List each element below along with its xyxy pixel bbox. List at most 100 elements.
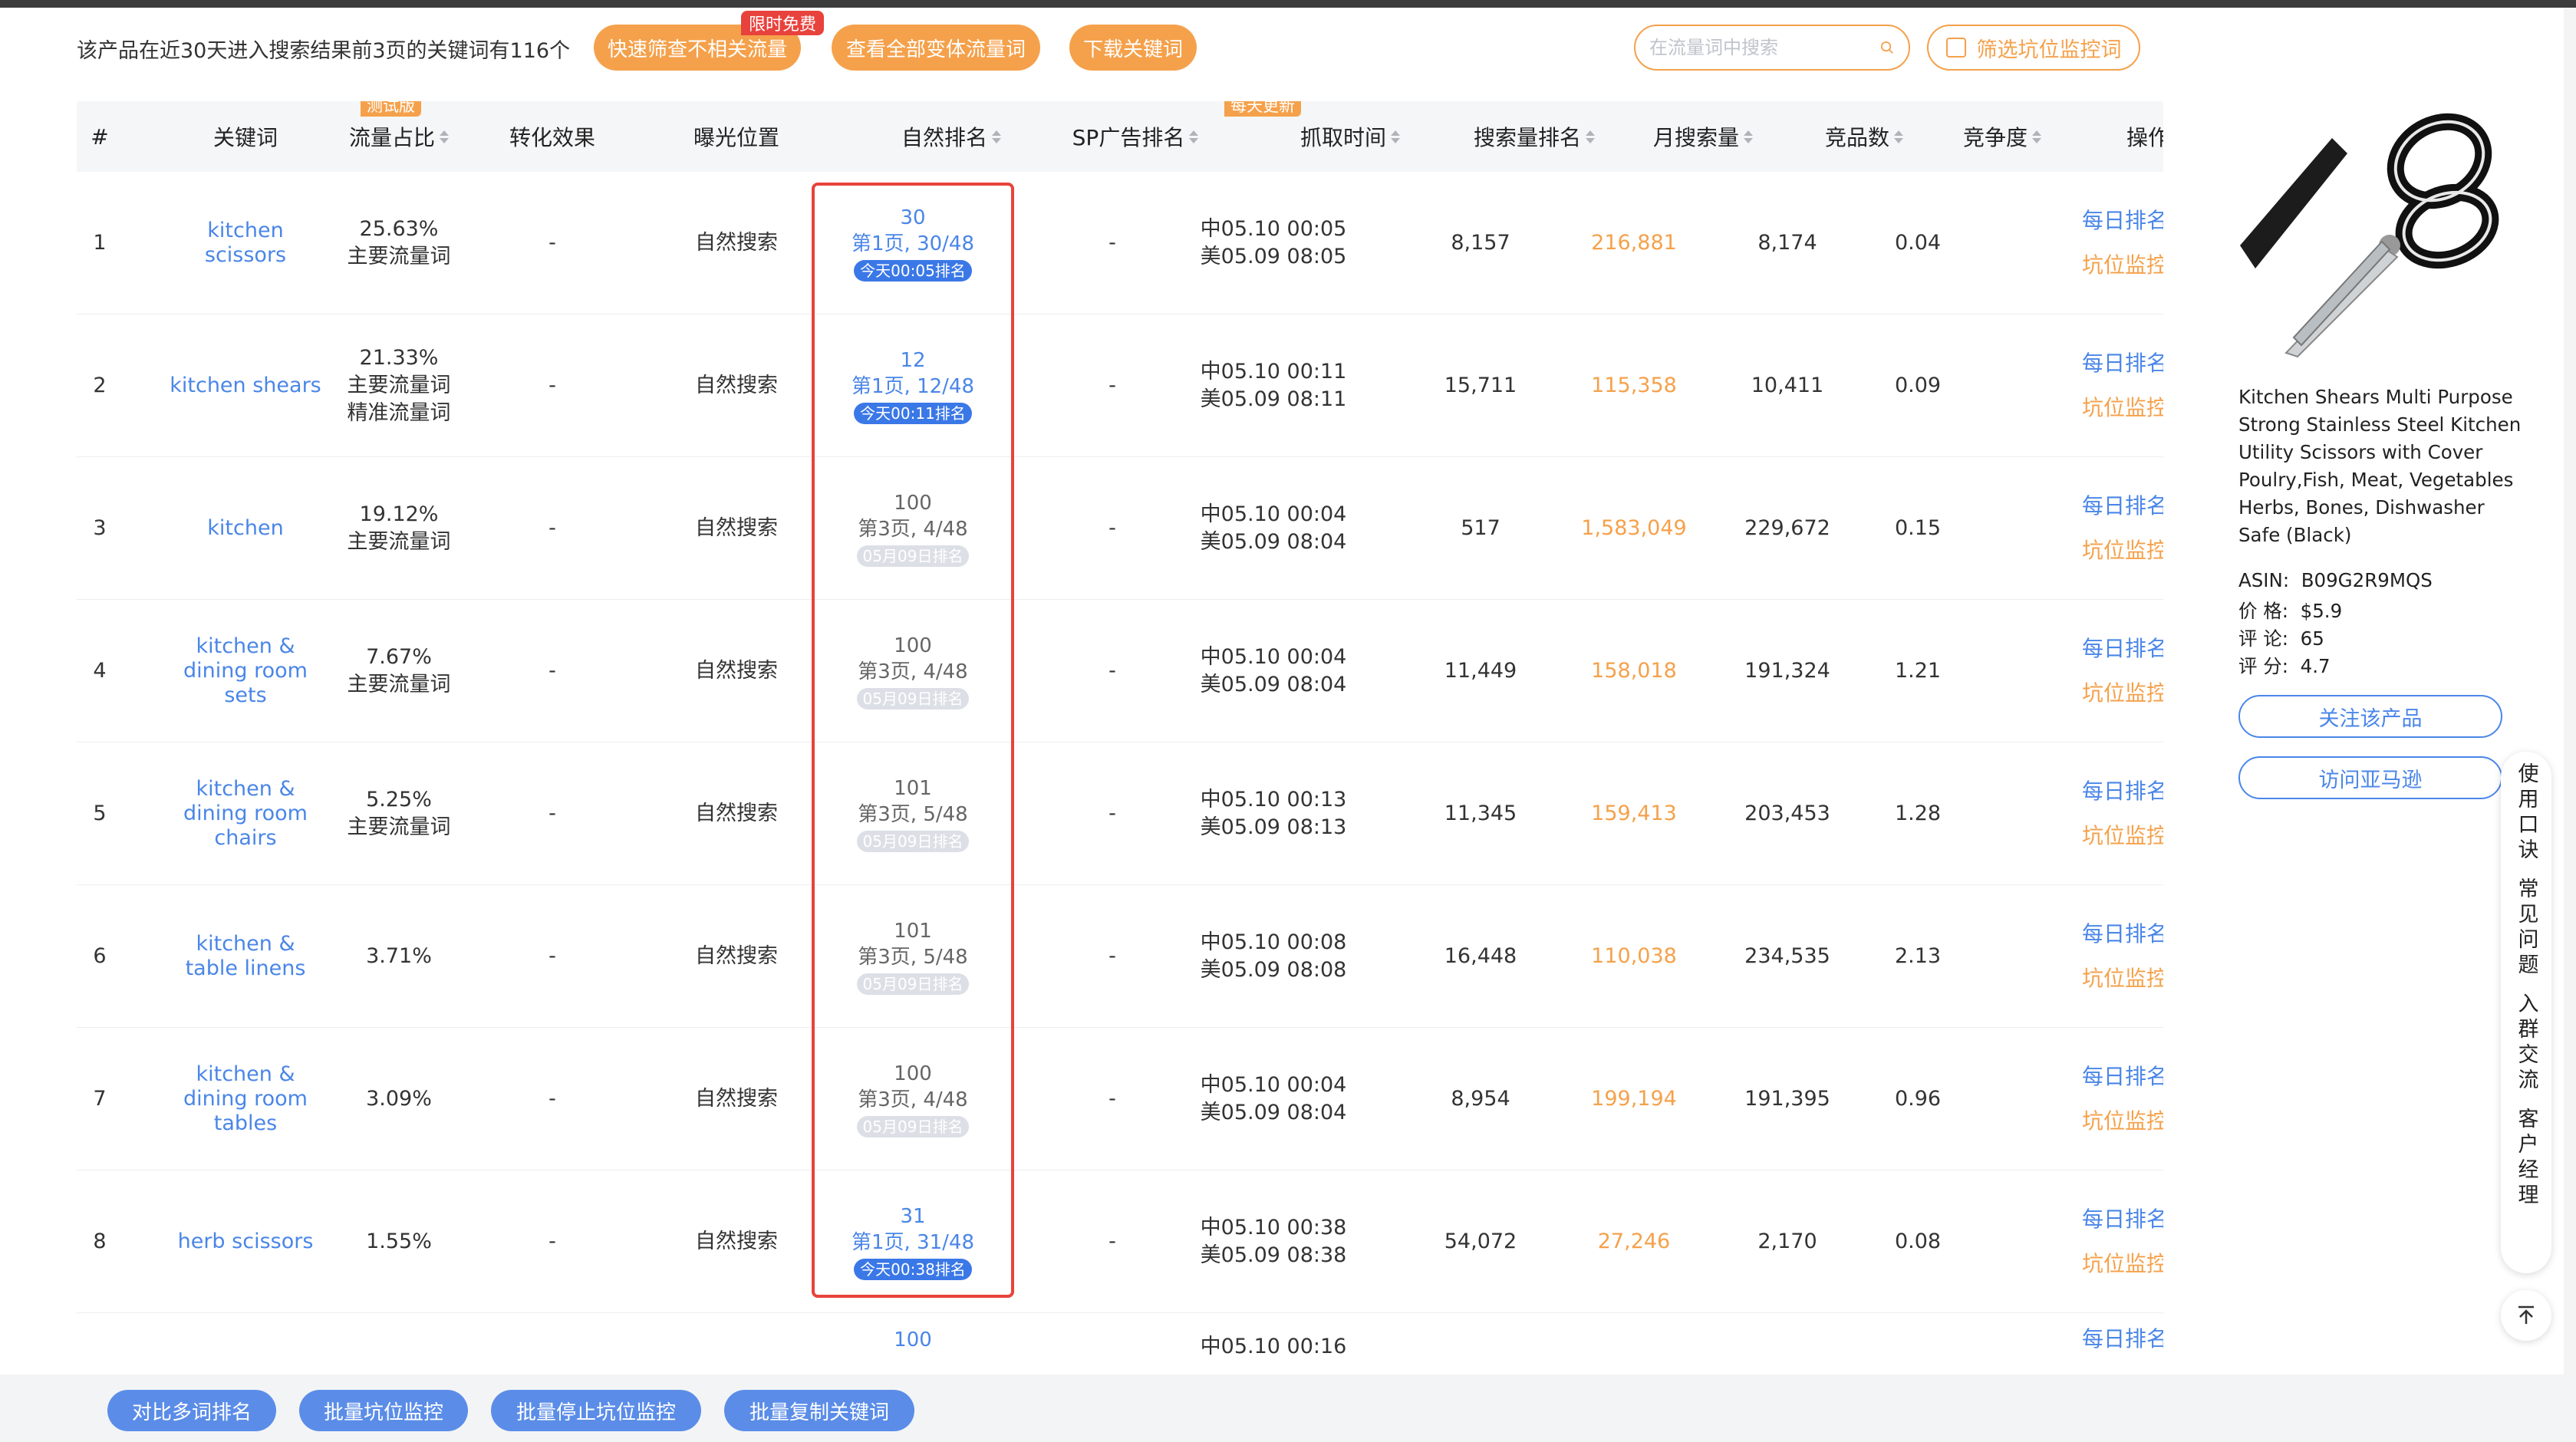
batch-stop-monitor-button[interactable]: 批量停止坑位监控 xyxy=(491,1390,701,1431)
keyword-link[interactable]: kitchen & table linens xyxy=(169,932,322,981)
row-index-value: 1 xyxy=(93,231,107,255)
follow-product-button[interactable]: 关注该产品 xyxy=(2238,695,2502,738)
filter-monitor-checkbox[interactable]: 筛选坑位监控词 xyxy=(1927,25,2140,71)
search-rank-cell: 8,157 xyxy=(1412,172,1550,314)
fetch-time-cell: 中05.10 00:05 美05.09 08:05 xyxy=(1197,172,1350,314)
search-rank-cell: 8,954 xyxy=(1412,1028,1550,1170)
daily-rank-link[interactable]: 每日排名 xyxy=(2082,1206,2163,1233)
fetch-time-cn: 中05.10 00:38 xyxy=(1200,1216,1347,1240)
search-rank-value: 8,157 xyxy=(1451,231,1510,255)
filter-monitor-label: 筛选坑位监控词 xyxy=(1976,38,2122,62)
fetch-time-cn: 中05.10 00:04 xyxy=(1200,1073,1347,1097)
daily-rank-link[interactable]: 每日排名 xyxy=(2082,207,2163,235)
natural-rank-value: 12 xyxy=(900,349,926,372)
compare-ranks-button[interactable]: 对比多词排名 xyxy=(107,1390,276,1431)
sp-rank-cell: - xyxy=(1043,742,1181,885)
visit-amazon-button[interactable]: 访问亚马逊 xyxy=(2238,756,2502,799)
exposure-value: 自然搜索 xyxy=(695,659,778,683)
slot-monitor-link[interactable]: 坑位监控 xyxy=(2082,394,2163,422)
sp-rank-cell: - xyxy=(1043,457,1181,600)
traffic-note: 主要流量词 xyxy=(347,530,451,554)
exposure-value: 自然搜索 xyxy=(695,516,778,540)
keyword-link[interactable]: kitchen & dining room sets xyxy=(169,634,322,708)
daily-rank-link[interactable]: 每日排名 xyxy=(2082,1063,2163,1091)
keyword-cell: kitchen xyxy=(169,457,322,600)
keyword-link[interactable]: kitchen shears xyxy=(170,374,321,398)
fetch-time-cn: 中05.10 00:13 xyxy=(1200,788,1347,812)
slot-monitor-link[interactable]: 坑位监控 xyxy=(2082,1108,2163,1135)
daily-rank-link[interactable]: 每日排名 xyxy=(2082,350,2163,377)
conversion-value: - xyxy=(548,659,556,683)
col-operations: 操作 xyxy=(2126,125,2163,150)
search-icon[interactable] xyxy=(1879,37,1895,58)
fetch-time-cell: 中05.10 00:04 美05.09 08:04 xyxy=(1197,457,1350,600)
sort-icon[interactable] xyxy=(440,130,449,143)
competitors-value: 2,170 xyxy=(1757,1230,1817,1253)
traffic-cell: 1.55% xyxy=(330,1170,468,1313)
fetch-time-cn: 中05.10 00:04 xyxy=(1200,645,1347,669)
daily-rank-link[interactable]: 每日排名 xyxy=(2082,492,2163,520)
beta-tag: 测试版 xyxy=(361,101,421,117)
batch-monitor-button[interactable]: 批量坑位监控 xyxy=(299,1390,468,1431)
conversion-cell: - xyxy=(491,314,614,457)
daily-rank-link[interactable]: 每日排名 xyxy=(2082,920,2163,948)
row-index: 4 xyxy=(77,600,123,742)
rank-time-badge: 05月09日排名 xyxy=(856,545,970,567)
table-row: 4 kitchen & dining room sets 7.67% 主要流量词 - 自然… xyxy=(77,600,2163,742)
keyword-link[interactable]: kitchen xyxy=(207,516,283,541)
keyword-cell: kitchen & dining room tables xyxy=(169,1028,322,1170)
conversion-value: - xyxy=(548,802,556,825)
float-item-account-manager[interactable]: 客户经理 xyxy=(2512,1108,2541,1209)
back-to-top-button[interactable] xyxy=(2501,1290,2551,1341)
checkbox-icon[interactable] xyxy=(1945,38,1966,58)
batch-copy-keywords-button[interactable]: 批量复制关键词 xyxy=(724,1390,914,1431)
view-variants-button[interactable]: 查看全部变体流量词 xyxy=(832,25,1040,71)
fetch-time-us: 美05.09 08:38 xyxy=(1200,1243,1347,1267)
keyword-search[interactable] xyxy=(1634,25,1910,71)
conversion-cell: - xyxy=(491,885,614,1028)
slot-monitor-link[interactable]: 坑位监控 xyxy=(2082,680,2163,707)
operations-cell: 每日排名 坑位监控 xyxy=(2056,1028,2163,1170)
keyword-link[interactable]: kitchen & dining room chairs xyxy=(169,777,322,851)
keyword-summary: 该产品在近30天进入搜索结果前3页的关键词有116个 xyxy=(77,39,571,63)
daily-rank-link[interactable]: 每日排名 xyxy=(2082,1325,2163,1353)
slot-monitor-link[interactable]: 坑位监控 xyxy=(2082,822,2163,850)
slot-monitor-link[interactable]: 坑位监控 xyxy=(2082,1250,2163,1278)
daily-rank-link[interactable]: 每日排名 xyxy=(2082,778,2163,805)
col-index: # xyxy=(91,123,109,150)
sp-rank-cell: - xyxy=(1043,885,1181,1028)
fetch-time-cn: 中05.10 00:08 xyxy=(1200,930,1347,954)
monthly-search-cell: 158,018 xyxy=(1565,600,1703,742)
keyword-link[interactable]: kitchen scissors xyxy=(169,219,322,268)
slot-monitor-link[interactable]: 坑位监控 xyxy=(2082,965,2163,993)
float-item-tips[interactable]: 使用口诀 xyxy=(2512,762,2541,864)
keyword-search-input[interactable] xyxy=(1649,37,1879,58)
monthly-search-value: 27,246 xyxy=(1597,1230,1671,1253)
slot-monitor-link[interactable]: 坑位监控 xyxy=(2082,537,2163,565)
sp-rank-cell: - xyxy=(1043,600,1181,742)
competitors-value: 8,174 xyxy=(1757,231,1817,255)
sort-icon[interactable] xyxy=(2032,130,2041,143)
table-header: # 关键词 流量占比 测试版 转化效果 曝光位置 自然排名 SP广告排名 抓取时… xyxy=(77,101,2163,172)
slot-monitor-link[interactable]: 坑位监控 xyxy=(2082,252,2163,279)
fetch-time-cell: 中05.10 00:13 美05.09 08:13 xyxy=(1197,742,1350,885)
rank-time-badge: 今天00:38排名 xyxy=(854,1259,972,1280)
daily-rank-link[interactable]: 每日排名 xyxy=(2082,635,2163,663)
keyword-link[interactable]: herb scissors xyxy=(178,1230,314,1254)
download-keywords-button[interactable]: 下载关键词 xyxy=(1069,25,1197,71)
float-item-faq[interactable]: 常见问题 xyxy=(2512,877,2541,979)
competition-cell: 0.96 xyxy=(1864,1028,1972,1170)
row-index: 7 xyxy=(77,1028,123,1170)
scrollbar[interactable] xyxy=(2564,8,2576,1442)
float-item-join-group[interactable]: 入群交流 xyxy=(2512,993,2541,1094)
row-index-value: 8 xyxy=(93,1230,107,1253)
competitors-value: 203,453 xyxy=(1744,802,1830,825)
keyword-link[interactable]: kitchen & dining room tables xyxy=(169,1062,322,1136)
traffic-note: 精准流量词 xyxy=(347,401,451,425)
rank-time-badge: 05月09日排名 xyxy=(856,831,970,852)
row-index-value: 4 xyxy=(93,659,107,683)
search-rank-value: 11,345 xyxy=(1444,802,1517,825)
natural-rank-value: 30 xyxy=(900,206,926,229)
arrow-up-icon xyxy=(2518,1305,2534,1324)
sort-icon[interactable] xyxy=(992,130,1001,143)
